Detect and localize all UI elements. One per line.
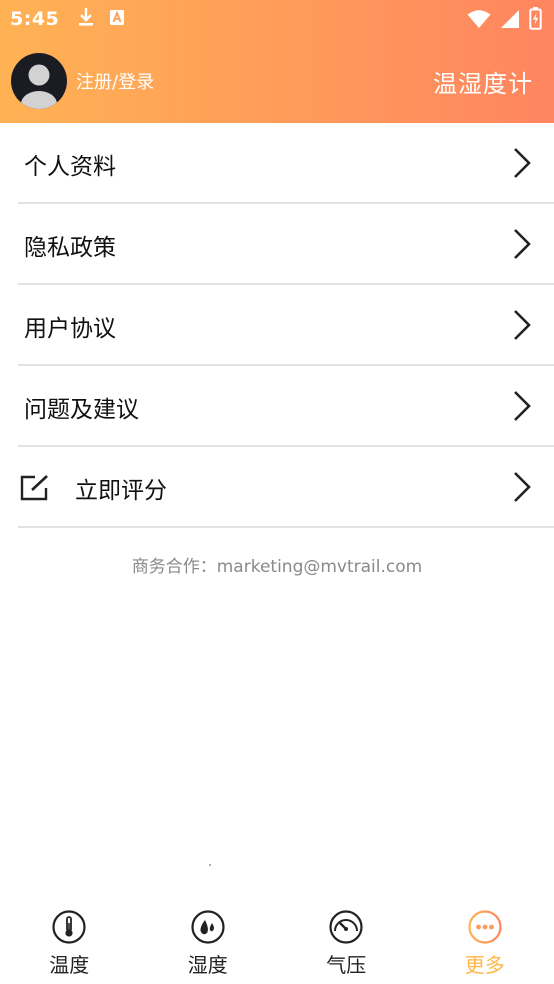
avatar[interactable] bbox=[11, 52, 67, 109]
menu-item-label: 个人资料 bbox=[24, 153, 116, 180]
tab-label: 气压 bbox=[326, 953, 367, 977]
wifi-icon bbox=[467, 9, 491, 33]
menu-item-user-agreement[interactable]: 用户协议 bbox=[0, 285, 554, 366]
menu-item-feedback[interactable]: 问题及建议 bbox=[0, 366, 554, 447]
download-icon bbox=[77, 7, 95, 31]
chevron-right-icon bbox=[514, 148, 531, 178]
status-time: 5:45 bbox=[10, 8, 60, 30]
tab-label: 湿度 bbox=[187, 953, 228, 977]
thermometer-icon bbox=[52, 910, 86, 944]
tab-label: 温度 bbox=[49, 953, 90, 977]
settings-menu: 个人资料 隐私政策 用户协议 问题及建议 立即评分 bbox=[0, 123, 554, 528]
app-title: 温湿度计 bbox=[433, 70, 533, 98]
app-header: 注册/登录 温湿度计 bbox=[0, 38, 554, 123]
chevron-right-icon bbox=[514, 472, 531, 502]
droplets-icon bbox=[191, 910, 225, 944]
chevron-right-icon bbox=[514, 229, 531, 259]
menu-item-rate-app[interactable]: 立即评分 bbox=[0, 447, 554, 528]
user-silhouette-icon bbox=[21, 64, 57, 109]
menu-item-label: 用户协议 bbox=[24, 315, 116, 342]
menu-item-label: 隐私政策 bbox=[24, 234, 116, 261]
menu-item-privacy-policy[interactable]: 隐私政策 bbox=[0, 204, 554, 285]
gauge-icon bbox=[329, 910, 363, 944]
battery-icon bbox=[529, 7, 542, 34]
tab-label: 更多 bbox=[464, 953, 505, 977]
divider-dot bbox=[209, 864, 211, 866]
signal-icon bbox=[500, 9, 520, 33]
menu-item-label: 立即评分 bbox=[75, 477, 167, 504]
bottom-tab-bar: 温度 湿度 气压 更多 bbox=[0, 895, 554, 984]
tab-temperature[interactable]: 温度 bbox=[0, 895, 139, 984]
tab-pressure[interactable]: 气压 bbox=[277, 895, 416, 984]
menu-item-label: 问题及建议 bbox=[24, 396, 139, 423]
chevron-right-icon bbox=[514, 391, 531, 421]
chevron-right-icon bbox=[514, 310, 531, 340]
a-badge-icon bbox=[109, 9, 125, 30]
menu-item-profile[interactable]: 个人资料 bbox=[0, 123, 554, 204]
more-icon bbox=[468, 910, 502, 944]
edit-icon bbox=[19, 472, 51, 504]
tab-humidity[interactable]: 湿度 bbox=[139, 895, 278, 984]
login-register-link[interactable]: 注册/登录 bbox=[76, 68, 154, 94]
status-bar: 5:45 bbox=[0, 0, 554, 38]
tab-more[interactable]: 更多 bbox=[416, 895, 554, 984]
business-contact-text: 商务合作：marketing@mvtrail.com bbox=[131, 557, 423, 577]
